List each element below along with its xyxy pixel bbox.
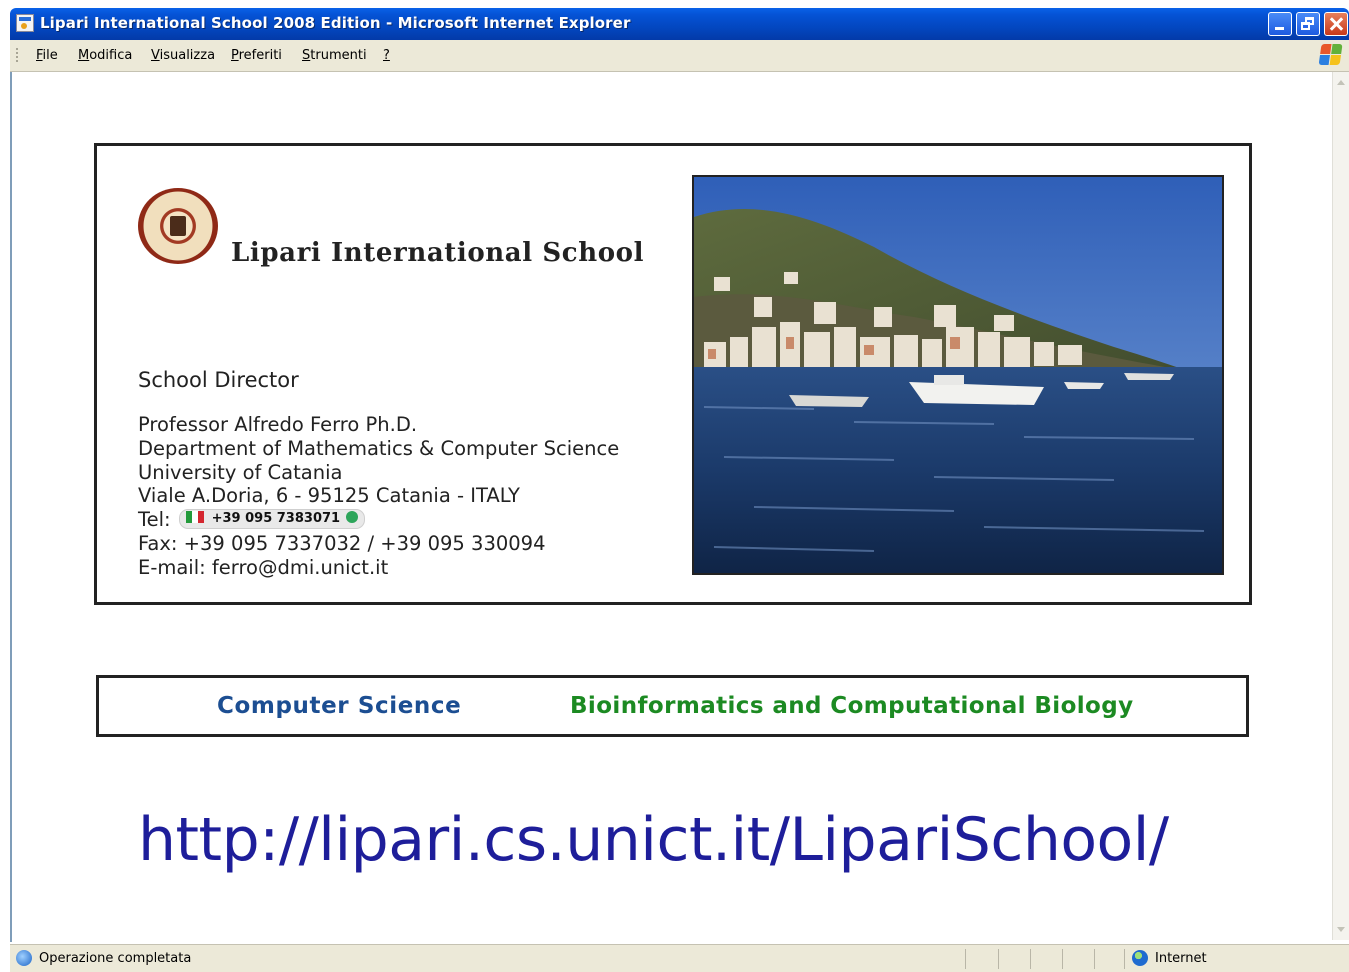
windows-logo-icon xyxy=(1318,44,1343,66)
menu-modifica[interactable]: Modifica xyxy=(78,48,132,63)
call-icon xyxy=(346,511,359,524)
director-name: Professor Alfredo Ferro Ph.D. xyxy=(138,413,418,436)
menu-preferiti[interactable]: Preferiti xyxy=(231,48,282,63)
tel-number: +39 095 7383071 xyxy=(211,510,341,526)
email-line: E-mail: ferro@dmi.unict.it xyxy=(138,555,389,579)
status-divider xyxy=(998,949,999,969)
menu-strumenti[interactable]: Strumenti xyxy=(302,48,367,63)
internet-explorer-page-icon xyxy=(16,14,34,32)
close-button[interactable] xyxy=(1324,12,1348,36)
status-divider xyxy=(1062,949,1063,969)
fax-line: Fax: +39 095 7337032 / +39 095 330094 xyxy=(138,531,546,555)
school-name: Lipari International School xyxy=(231,238,645,268)
status-bar: Operazione completata Internet xyxy=(10,944,1349,972)
page-loaded-icon xyxy=(16,950,32,966)
scroll-up-arrow-icon[interactable] xyxy=(1334,74,1348,91)
university: University of Catania xyxy=(138,460,343,484)
status-divider xyxy=(1124,949,1125,969)
status-divider xyxy=(1094,949,1095,969)
phone-call-badge[interactable]: +39 095 7383071 xyxy=(178,508,366,529)
track-bioinformatics-link[interactable]: Bioinformatics and Computational Biology xyxy=(570,693,1134,719)
status-text: Operazione completata xyxy=(39,951,192,966)
tracks-box: Computer Science Bioinformatics and Comp… xyxy=(96,675,1249,737)
title-bar[interactable]: Lipari International School 2008 Edition… xyxy=(10,8,1349,40)
internet-zone-globe-icon xyxy=(1132,950,1148,966)
lipari-harbor-photo xyxy=(692,175,1224,575)
scroll-down-arrow-icon[interactable] xyxy=(1334,921,1348,938)
track-computer-science-link[interactable]: Computer Science xyxy=(217,693,461,719)
menu-bar: File Modifica Visualizza Preferiti Strum… xyxy=(10,40,1349,72)
restore-button[interactable] xyxy=(1296,12,1320,36)
menu-help[interactable]: ? xyxy=(383,48,390,63)
university-seal-logo xyxy=(138,188,218,264)
status-divider xyxy=(1030,949,1031,969)
status-divider xyxy=(965,949,966,969)
tel-label: Tel: xyxy=(138,508,171,532)
minimize-button[interactable] xyxy=(1268,12,1292,36)
vertical-scrollbar[interactable] xyxy=(1332,72,1349,940)
contact-block: Professor Alfredo Ferro Ph.D. Department… xyxy=(138,413,619,580)
security-zone-label: Internet xyxy=(1155,951,1207,966)
school-header-card: Lipari International School School Direc… xyxy=(94,143,1252,605)
toolbar-grip[interactable] xyxy=(16,48,18,64)
telephone-line: Tel: +39 095 7383071 xyxy=(138,508,619,532)
italy-flag-icon xyxy=(185,511,204,524)
school-url: http://lipari.cs.unict.it/LipariSchool/ xyxy=(138,805,1169,875)
menu-file[interactable]: File xyxy=(36,48,58,63)
director-label: School Director xyxy=(138,368,299,392)
address: Viale A.Doria, 6 - 95125 Catania - ITALY xyxy=(138,484,520,508)
department: Department of Mathematics & Computer Sci… xyxy=(138,436,620,460)
window-title: Lipari International School 2008 Edition… xyxy=(40,14,631,32)
menu-visualizza[interactable]: Visualizza xyxy=(151,48,215,63)
